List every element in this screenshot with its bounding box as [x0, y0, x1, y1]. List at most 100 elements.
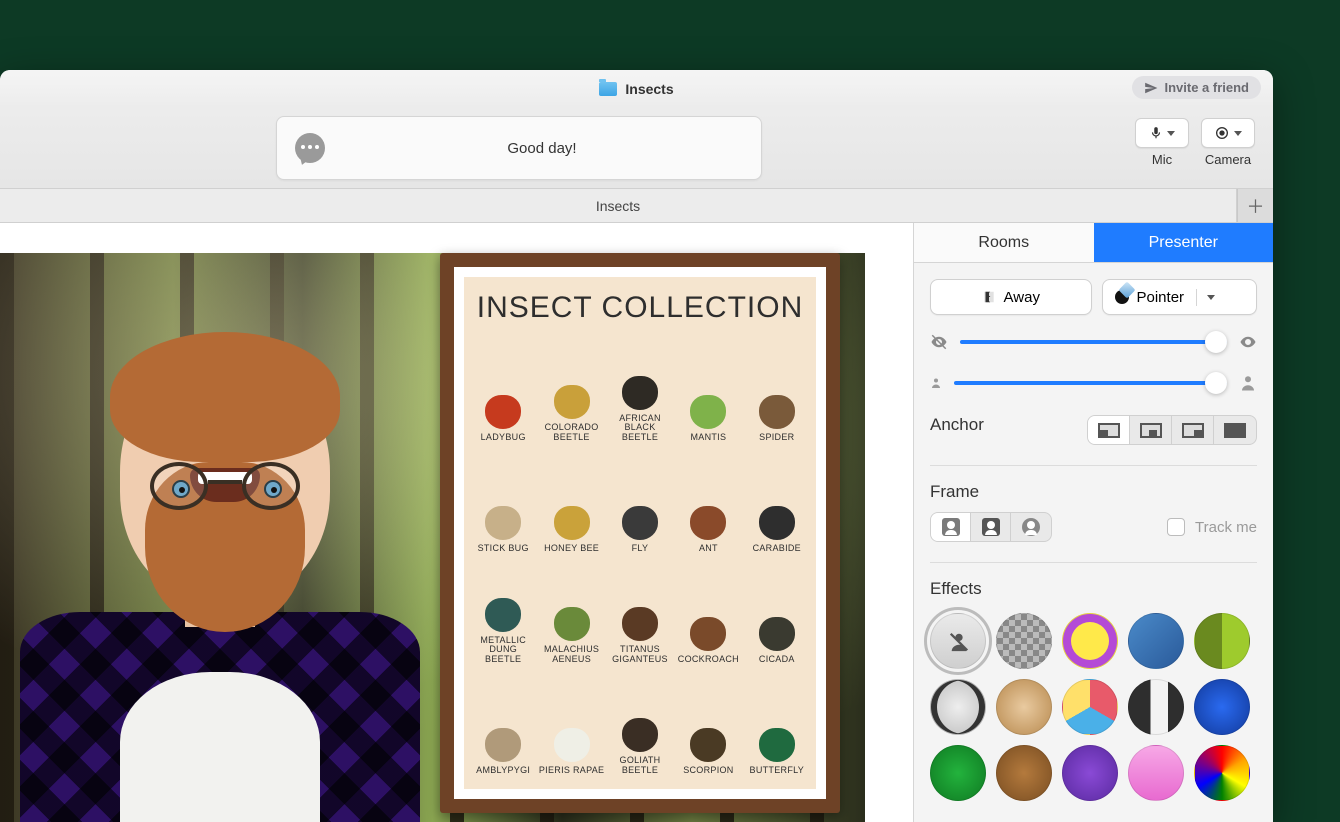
effect-none[interactable] — [930, 613, 986, 669]
insect-cell: PIERIS RAPAE — [538, 668, 604, 775]
app-window: Insects Invite a friend Good day! Mic — [0, 70, 1273, 822]
insect-icon — [759, 728, 795, 762]
insect-cell: AFRICAN BLACK BEETLE — [607, 335, 673, 442]
insect-label: CARABIDE — [753, 544, 801, 553]
camera-button[interactable] — [1201, 118, 1255, 148]
insect-label: CICADA — [759, 655, 795, 664]
insect-label: PIERIS RAPAE — [539, 766, 604, 775]
insect-cell: TITANUS GIGANTEUS — [607, 557, 673, 664]
insect-icon — [622, 376, 658, 410]
insect-icon — [759, 617, 795, 651]
insect-icon — [554, 607, 590, 641]
person-small-icon — [930, 376, 942, 390]
pointer-icon — [1115, 290, 1129, 304]
tab-presenter[interactable]: Presenter — [1094, 223, 1274, 262]
checkbox-icon — [1167, 518, 1185, 536]
insect-label: AFRICAN BLACK BEETLE — [607, 414, 673, 442]
insect-cell: ANT — [675, 446, 741, 553]
effect-split-bw[interactable] — [1128, 679, 1184, 735]
frame-option-2[interactable] — [971, 513, 1011, 541]
track-me-toggle[interactable]: Track me — [1167, 518, 1257, 536]
insect-label: COLORADO BEETLE — [538, 423, 604, 442]
insect-cell: CICADA — [744, 557, 810, 664]
insect-label: SCORPION — [683, 766, 733, 775]
camera-icon — [1214, 125, 1230, 141]
insect-cell: COCKROACH — [675, 557, 741, 664]
effect-sepia[interactable] — [996, 679, 1052, 735]
insect-cell: STICK BUG — [470, 446, 536, 553]
eye-off-icon — [930, 333, 948, 351]
insect-icon — [622, 506, 658, 540]
anchor-bottom-left[interactable] — [1088, 416, 1130, 444]
add-tab-button[interactable]: ＋ — [1237, 189, 1273, 222]
chat-message-box[interactable]: Good day! — [276, 116, 762, 180]
away-button[interactable]: Away — [930, 279, 1092, 315]
camera-label: Camera — [1205, 152, 1251, 167]
effect-green[interactable] — [930, 745, 986, 801]
insect-poster: INSECT COLLECTION LADYBUGCOLORADO BEETLE… — [440, 253, 840, 813]
insect-icon — [690, 617, 726, 651]
effect-pixelate[interactable] — [996, 613, 1052, 669]
pointer-dropdown[interactable]: Pointer — [1102, 279, 1258, 315]
visibility-slider[interactable] — [960, 340, 1227, 344]
frame-label: Frame — [930, 482, 1257, 502]
insect-cell: LADYBUG — [470, 335, 536, 442]
anchor-label: Anchor — [930, 415, 984, 435]
effects-grid — [930, 613, 1257, 801]
effect-blue[interactable] — [1194, 679, 1250, 735]
insect-label: BUTTERFLY — [750, 766, 805, 775]
insect-icon — [690, 395, 726, 429]
chevron-down-icon — [1234, 131, 1242, 136]
invite-friend-button[interactable]: Invite a friend — [1132, 76, 1261, 99]
effect-rainbow[interactable] — [1194, 745, 1250, 801]
insect-icon — [759, 395, 795, 429]
effect-film[interactable] — [930, 679, 986, 735]
anchor-full[interactable] — [1214, 416, 1256, 444]
insect-label: ANT — [699, 544, 718, 553]
tab-rooms[interactable]: Rooms — [914, 223, 1094, 262]
mic-button[interactable] — [1135, 118, 1189, 148]
insect-cell: BUTTERFLY — [744, 668, 810, 775]
insect-icon — [554, 506, 590, 540]
size-slider[interactable] — [954, 381, 1227, 385]
frame-option-1[interactable] — [931, 513, 971, 541]
effect-purple[interactable] — [1062, 745, 1118, 801]
effect-neon-frame[interactable] — [1062, 613, 1118, 669]
chat-icon — [295, 133, 325, 163]
insect-grid: LADYBUGCOLORADO BEETLEAFRICAN BLACK BEET… — [470, 335, 810, 775]
anchor-segmented — [1087, 415, 1257, 445]
effects-label: Effects — [930, 579, 1257, 599]
door-icon — [982, 289, 996, 305]
insect-icon — [554, 728, 590, 762]
toolbar: Good day! Mic Camera — [0, 108, 1273, 188]
insect-icon — [485, 395, 521, 429]
anchor-bottom-right[interactable] — [1172, 416, 1214, 444]
effect-brown[interactable] — [996, 745, 1052, 801]
frame-option-3[interactable] — [1011, 513, 1051, 541]
insect-icon — [759, 506, 795, 540]
effect-rgb[interactable] — [1062, 679, 1118, 735]
insect-cell: SCORPION — [675, 668, 741, 775]
person-large-icon — [1239, 373, 1257, 393]
insect-label: MANTIS — [690, 433, 726, 442]
insect-label: FLY — [632, 544, 649, 553]
folder-icon — [599, 82, 617, 96]
document-tab[interactable]: Insects — [0, 189, 1237, 222]
insect-label: HONEY BEE — [544, 544, 599, 553]
insect-icon — [485, 506, 521, 540]
insect-cell: AMBLYPYGI — [470, 668, 536, 775]
anchor-bottom-center[interactable] — [1130, 416, 1172, 444]
insect-icon — [485, 598, 521, 632]
chevron-down-icon — [1167, 131, 1175, 136]
effect-rain[interactable] — [1128, 613, 1184, 669]
effect-duotone-green[interactable] — [1194, 613, 1250, 669]
insect-label: AMBLYPYGI — [476, 766, 530, 775]
insect-icon — [554, 385, 590, 419]
insect-label: METALLIC DUNG BEETLE — [470, 636, 536, 664]
presentation-canvas[interactable]: INSECT COLLECTION LADYBUGCOLORADO BEETLE… — [0, 223, 913, 822]
right-sidebar: Rooms Presenter Away Pointer — [913, 223, 1273, 822]
insect-icon — [690, 506, 726, 540]
effect-pink-pill[interactable] — [1128, 745, 1184, 801]
insect-label: STICK BUG — [478, 544, 529, 553]
size-slider-row — [930, 373, 1257, 393]
